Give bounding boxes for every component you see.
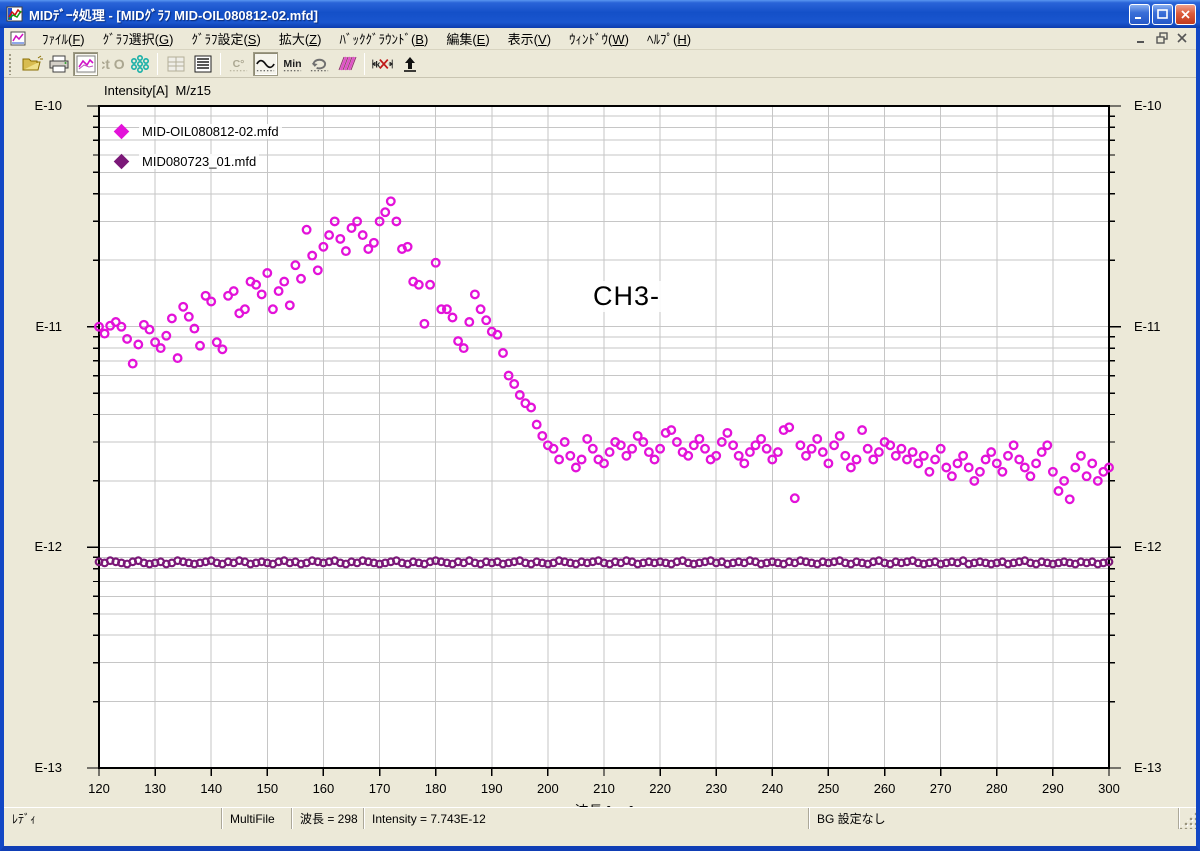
x-tick-label-250: 250 — [806, 781, 850, 796]
mdi-minimize-button[interactable] — [1133, 30, 1150, 45]
menu-item-7[interactable]: ｳｨﾝﾄﾞｳ(W) — [560, 27, 638, 50]
redraw-button[interactable] — [307, 52, 332, 76]
x-tick-label-160: 160 — [301, 781, 345, 796]
toolbar-grip[interactable] — [8, 53, 13, 75]
toolbar: [object Object] C° Min k — [4, 50, 1196, 78]
menu-item-4[interactable]: ﾊﾞｯｸｸﾞﾗｳﾝﾄﾞ(B) — [330, 27, 437, 50]
svg-text:Min: Min — [283, 57, 301, 69]
table-view-button — [163, 52, 188, 76]
graph-client-area: Intensity[A] M/z15 E-10 E-10 E-11 E-11 E-12 E… — [4, 78, 1196, 829]
data-list-button[interactable] — [190, 52, 215, 76]
close-button[interactable] — [1175, 4, 1196, 25]
menu-item-8[interactable]: ﾍﾙﾌﾟ(H) — [638, 27, 700, 50]
toolbar-separator — [220, 53, 221, 75]
x-tick-label-280: 280 — [975, 781, 1019, 796]
open-button[interactable] — [19, 52, 44, 76]
y-tick-label-left-e-13: E-13 — [16, 760, 62, 775]
delete-range-button[interactable]: k — [370, 52, 395, 76]
x-tick-label-150: 150 — [245, 781, 289, 796]
x-tick-label-120: 120 — [77, 781, 121, 796]
svg-text:C°: C° — [233, 57, 245, 69]
x-tick-label-260: 260 — [863, 781, 907, 796]
app-window: MIDﾃﾞｰﾀ処理 - [MIDｸﾞﾗﾌ MID-OIL080812-02.mf… — [0, 0, 1200, 851]
x-tick-label-230: 230 — [694, 781, 738, 796]
y-tick-label-left-e-10: E-10 — [16, 98, 62, 113]
y-tick-label-right-e-13: E-13 — [1134, 760, 1180, 775]
y-tick-label-right-e-12: E-12 — [1134, 539, 1180, 554]
maximize-button[interactable] — [1152, 4, 1173, 25]
legend-item-series2[interactable]: MID080723_01.mfd — [116, 146, 282, 176]
y-tick-label-left-e-12: E-12 — [16, 539, 62, 554]
chart-legend: MID-OIL080812-02.mfd MID080723_01.mfd — [116, 116, 282, 176]
x-tick-label-130: 130 — [133, 781, 177, 796]
svg-text:[object Object]: [object Object] — [102, 56, 124, 72]
toolbar-separator — [157, 53, 158, 75]
menu-item-2[interactable]: ｸﾞﾗﾌ設定(S) — [182, 27, 269, 50]
x-tick-label-170: 170 — [358, 781, 402, 796]
status-ready: ﾚﾃﾞｨ — [4, 808, 222, 829]
chart-header-label: Intensity[A] M/z15 — [104, 83, 211, 98]
x-tick-label-240: 240 — [750, 781, 794, 796]
menu-item-0[interactable]: ﾌｧｲﾙ(F) — [33, 27, 94, 50]
menu-item-5[interactable]: 編集(E) — [437, 27, 498, 50]
status-bar: ﾚﾃﾞｨMultiFile波長 = 298Intensity = 7.743E-… — [4, 807, 1196, 829]
x-tick-label-180: 180 — [414, 781, 458, 796]
menu-bar: ﾌｧｲﾙ(F)ｸﾞﾗﾌ選択(G)ｸﾞﾗﾌ設定(S)拡大(Z)ﾊﾞｯｸｸﾞﾗｳﾝﾄ… — [4, 28, 1196, 50]
menu-item-3[interactable]: 拡大(Z) — [270, 27, 331, 50]
background-set-button[interactable] — [334, 52, 359, 76]
y-tick-label-right-e-11: E-11 — [1134, 319, 1180, 334]
x-tick-label-290: 290 — [1031, 781, 1075, 796]
intensity-axis-button: [object Object] — [100, 52, 125, 76]
export-up-button[interactable] — [397, 52, 422, 76]
y-tick-label-right-e-10: E-10 — [1134, 98, 1180, 113]
menu-item-1[interactable]: ｸﾞﾗﾌ選択(G) — [94, 27, 183, 50]
series2-diamond-icon — [114, 153, 130, 169]
mdi-restore-button[interactable] — [1153, 30, 1170, 45]
window-frame: ﾌｧｲﾙ(F)ｸﾞﾗﾌ選択(G)ｸﾞﾗﾌ設定(S)拡大(Z)ﾊﾞｯｸｸﾞﾗｳﾝﾄ… — [0, 28, 1200, 851]
status-wavelength: 波長 = 298 — [292, 808, 364, 829]
print-button[interactable] — [46, 52, 71, 76]
mdi-close-button[interactable] — [1173, 30, 1190, 45]
legend-item-series1[interactable]: MID-OIL080812-02.mfd — [116, 116, 282, 146]
legend-label-series1: MID-OIL080812-02.mfd — [139, 124, 282, 139]
x-tick-label-200: 200 — [526, 781, 570, 796]
mdi-controls — [1133, 30, 1190, 45]
x-tick-label-270: 270 — [919, 781, 963, 796]
x-tick-label-140: 140 — [189, 781, 233, 796]
status-mode: MultiFile — [222, 808, 292, 829]
toolbar-items: [object Object] C° Min k — [18, 52, 423, 76]
wave-axis-button[interactable] — [253, 52, 278, 76]
document-icon — [10, 31, 27, 47]
graph-view-button[interactable] — [73, 52, 98, 76]
legend-label-series2: MID080723_01.mfd — [139, 154, 259, 169]
y-tick-label-left-e-11: E-11 — [16, 319, 62, 334]
title-bar[interactable]: MIDﾃﾞｰﾀ処理 - [MIDｸﾞﾗﾌ MID-OIL080812-02.mf… — [0, 0, 1200, 28]
x-tick-label-300: 300 — [1087, 781, 1131, 796]
minimize-button[interactable] — [1129, 4, 1150, 25]
status-bg: BG 設定なし — [809, 808, 1179, 829]
series1-diamond-icon — [114, 123, 130, 139]
chart-annotation: CH3- — [589, 281, 664, 312]
marker-display-button[interactable] — [127, 52, 152, 76]
resize-grip[interactable] — [1179, 812, 1196, 829]
x-tick-label-190: 190 — [470, 781, 514, 796]
x-tick-label-210: 210 — [582, 781, 626, 796]
temperature-axis-button: C° — [226, 52, 251, 76]
toolbar-separator — [364, 53, 365, 75]
status-intensity: Intensity = 7.743E-12 — [364, 808, 809, 829]
chart-canvas[interactable] — [4, 78, 1196, 829]
menu-item-6[interactable]: 表示(V) — [499, 27, 560, 50]
menu-items: ﾌｧｲﾙ(F)ｸﾞﾗﾌ選択(G)ｸﾞﾗﾌ設定(S)拡大(Z)ﾊﾞｯｸｸﾞﾗｳﾝﾄ… — [33, 28, 700, 49]
app-icon — [6, 5, 24, 23]
window-title: MIDﾃﾞｰﾀ処理 - [MIDｸﾞﾗﾌ MID-OIL080812-02.mf… — [29, 5, 1129, 24]
min-axis-button[interactable]: Min — [280, 52, 305, 76]
x-tick-label-220: 220 — [638, 781, 682, 796]
